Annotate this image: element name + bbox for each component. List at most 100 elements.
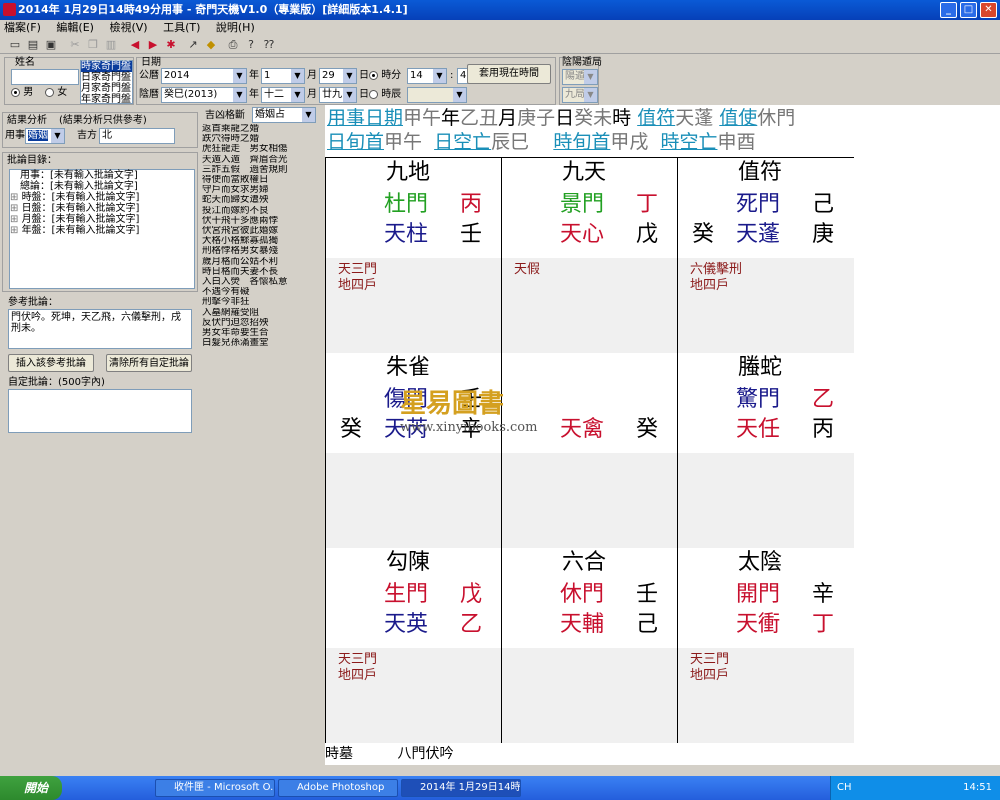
label-shi-kongwang[interactable]: 時空亡 <box>660 131 717 153</box>
jixiong-item[interactable]: 蛇夭而歸女遭殃 <box>202 195 320 205</box>
maximize-button[interactable]: □ <box>960 2 977 18</box>
tree-item[interactable]: 總論：[未有輸入批論文字] <box>10 181 194 192</box>
year-select[interactable]: 2014 ▼ <box>161 68 247 84</box>
star-label: 天禽 <box>560 417 605 442</box>
jixiong-item[interactable]: 守戶而女求男婦 <box>202 185 320 195</box>
minimize-button[interactable]: _ <box>940 2 957 18</box>
jixiong-item[interactable]: 返首乘龍之婚 <box>202 124 320 134</box>
shichen-select[interactable]: ▼ <box>407 87 467 103</box>
date-label: 日期 <box>141 57 161 68</box>
ju-select[interactable]: 九局 ▼ <box>562 87 598 103</box>
jixiong-item[interactable]: 歲月格而公姑不利 <box>202 257 320 267</box>
insert-ref-button[interactable]: 插入該參考批論 <box>8 354 94 372</box>
lunar-month-select[interactable]: 十二 ▼ <box>261 87 305 103</box>
yongshi-select[interactable]: 婚姻 ▼ <box>25 128 65 144</box>
pan-type-item[interactable]: 年家奇門盤 <box>81 94 132 105</box>
lunar-year-select[interactable]: 癸巳(2013) ▼ <box>161 87 247 103</box>
cut-icon[interactable]: ✂ <box>68 38 82 51</box>
pan-type-item[interactable]: 時家奇門盤 <box>81 61 132 72</box>
label-zhifu[interactable]: 值符 <box>637 107 675 129</box>
pan-type-list[interactable]: 時家奇門盤 日家奇門盤 月家奇門盤 年家奇門盤 <box>80 60 133 105</box>
jixiong-item[interactable]: 男女年命要生合 <box>202 328 320 338</box>
menu-edit[interactable]: 編輯(E) <box>56 21 94 34</box>
tree-item[interactable]: ⊞ 日盤：[未有輸入批論文字] <box>10 203 194 214</box>
menu-tools[interactable]: 工具(T) <box>163 21 200 34</box>
jixiong-item[interactable]: 跌穴得時之婚 <box>202 134 320 144</box>
clear-custom-button[interactable]: 清除所有自定批論 <box>106 354 192 372</box>
judgment-tree[interactable]: 用事：[未有輸入批論文字] 總論：[未有輸入批論文字] ⊞ 時盤：[未有輸入批論… <box>9 169 195 289</box>
use-now-button[interactable]: 套用現在時間 <box>467 64 551 84</box>
tree-item[interactable]: 用事：[未有輸入批論文字] <box>10 170 194 181</box>
pan-type-item[interactable]: 日家奇門盤 <box>81 72 132 83</box>
jixiong-item[interactable]: 不遇今有礙 <box>202 287 320 297</box>
jixiong-item[interactable]: 時日格而夫妻不長 <box>202 267 320 277</box>
jixiong-item[interactable]: 入墓網羅受阻 <box>202 308 320 318</box>
jixiong-item[interactable]: 刑格悖格男女暴殘 <box>202 246 320 256</box>
lunar-day-select[interactable]: 廿九 ▼ <box>319 87 357 103</box>
month-select[interactable]: 1 ▼ <box>261 68 305 84</box>
shichen-mode-radio[interactable]: 時辰 <box>369 89 401 101</box>
jixiong-item[interactable]: 投江而嫁約不良 <box>202 206 320 216</box>
label-date[interactable]: 用事日期 <box>327 107 403 129</box>
start-button[interactable]: 開始 <box>0 776 62 800</box>
jixiong-select[interactable]: 婚姻占 ▼ <box>252 107 316 123</box>
yinyang-select[interactable]: 陽遁 ▼ <box>562 69 598 85</box>
menu-help[interactable]: 說明(H) <box>216 21 255 34</box>
paste-icon[interactable]: ▥ <box>104 38 118 51</box>
erase-icon[interactable]: ◆ <box>204 38 218 51</box>
analysis-group: 結果分析 (結果分析只供參考) 用事 婚姻 ▼ 吉方 北 <box>2 112 198 148</box>
copy-icon[interactable]: ❐ <box>86 38 100 51</box>
label-zhishi[interactable]: 值使 <box>719 107 757 129</box>
jixiong-item[interactable]: 得使而當敗權日 <box>202 175 320 185</box>
tree-item[interactable]: ⊞ 時盤：[未有輸入批論文字] <box>10 192 194 203</box>
name-input[interactable] <box>11 69 79 85</box>
jixiong-item[interactable]: 伏宮飛宮彼此婚嫁 <box>202 226 320 236</box>
gender-male-radio[interactable]: 男 <box>11 87 33 99</box>
star-label: 天衝 <box>736 612 781 637</box>
tree-item[interactable]: ⊞ 月盤：[未有輸入批論文字] <box>10 214 194 225</box>
label-ri-xunshou[interactable]: 日旬首 <box>327 131 384 153</box>
palace-cell: 六合 休門 壬天輔 己 <box>502 548 678 743</box>
print-icon[interactable]: ⎙ <box>226 38 240 51</box>
tree-item[interactable]: ⊞ 年盤：[未有輸入批論文字] <box>10 225 194 236</box>
jixiong-item[interactable]: 虎狂龍走 男女相傷 <box>202 144 320 154</box>
gender-female-radio[interactable]: 女 <box>45 87 67 99</box>
jixiong-item[interactable]: 入白入熒 各懷私意 <box>202 277 320 287</box>
forward-icon[interactable]: ▶ <box>146 38 160 51</box>
close-button[interactable]: ✕ <box>980 2 997 18</box>
yinyang-group: 陰陽遁局 陽遁 ▼ 九局 ▼ <box>559 57 602 105</box>
jixiong-item[interactable]: 三詐五假 過舍規則 <box>202 165 320 175</box>
task-outlook[interactable]: 收件匣 - Microsoft O... <box>155 779 275 797</box>
help-icon[interactable]: ? <box>244 38 258 51</box>
jixiong-item[interactable]: 大格小格鰥寡孤獨 <box>202 236 320 246</box>
task-qimen[interactable]: 2014年 1月29日14時... <box>401 779 521 797</box>
lang-indicator[interactable]: CH <box>837 782 852 793</box>
jixiong-item[interactable]: 伏干飛干多應兩悖 <box>202 216 320 226</box>
open-icon[interactable]: ▤ <box>26 38 40 51</box>
custom-textarea[interactable] <box>8 389 192 433</box>
left-stem: 癸 <box>340 417 363 442</box>
back-icon[interactable]: ◀ <box>128 38 142 51</box>
jixiong-item[interactable]: 刑擊今非狂 <box>202 297 320 307</box>
jixiong-item[interactable]: 白髮兒孫滿畫堂 <box>202 338 320 348</box>
pan-type-item[interactable]: 月家奇門盤 <box>81 83 132 94</box>
yinyang-label: 陰陽遁局 <box>562 57 602 68</box>
task-photoshop[interactable]: Adobe Photoshop <box>278 779 398 797</box>
star-icon[interactable]: ✱ <box>164 38 178 51</box>
ref-textarea[interactable]: 門伏吟。死坤，天乙飛，六儀擊刑，戌刑未。 <box>8 309 192 349</box>
time-mode-radio[interactable]: 時分 <box>369 70 401 82</box>
jixiong-item[interactable]: 天遁入遁 齊眉合光 <box>202 155 320 165</box>
new-icon[interactable]: ▭ <box>8 38 22 51</box>
save-icon[interactable]: ▣ <box>44 38 58 51</box>
label-ri-kongwang[interactable]: 日空亡 <box>434 131 491 153</box>
whatsthis-icon[interactable]: ⁇ <box>262 38 276 51</box>
door-label: 開門 <box>736 582 781 607</box>
jixiong-item[interactable]: 反伏門迫忽招殃 <box>202 318 320 328</box>
menu-file[interactable]: 檔案(F) <box>4 21 41 34</box>
label-shi-xunshou[interactable]: 時旬首 <box>553 131 610 153</box>
arrow-icon[interactable]: ↗ <box>186 38 200 51</box>
hour-select[interactable]: 14 ▼ <box>407 68 447 84</box>
day-select[interactable]: 29 ▼ <box>319 68 357 84</box>
menu-view[interactable]: 檢視(V) <box>109 21 147 34</box>
star-stem: 丁 <box>812 612 835 637</box>
